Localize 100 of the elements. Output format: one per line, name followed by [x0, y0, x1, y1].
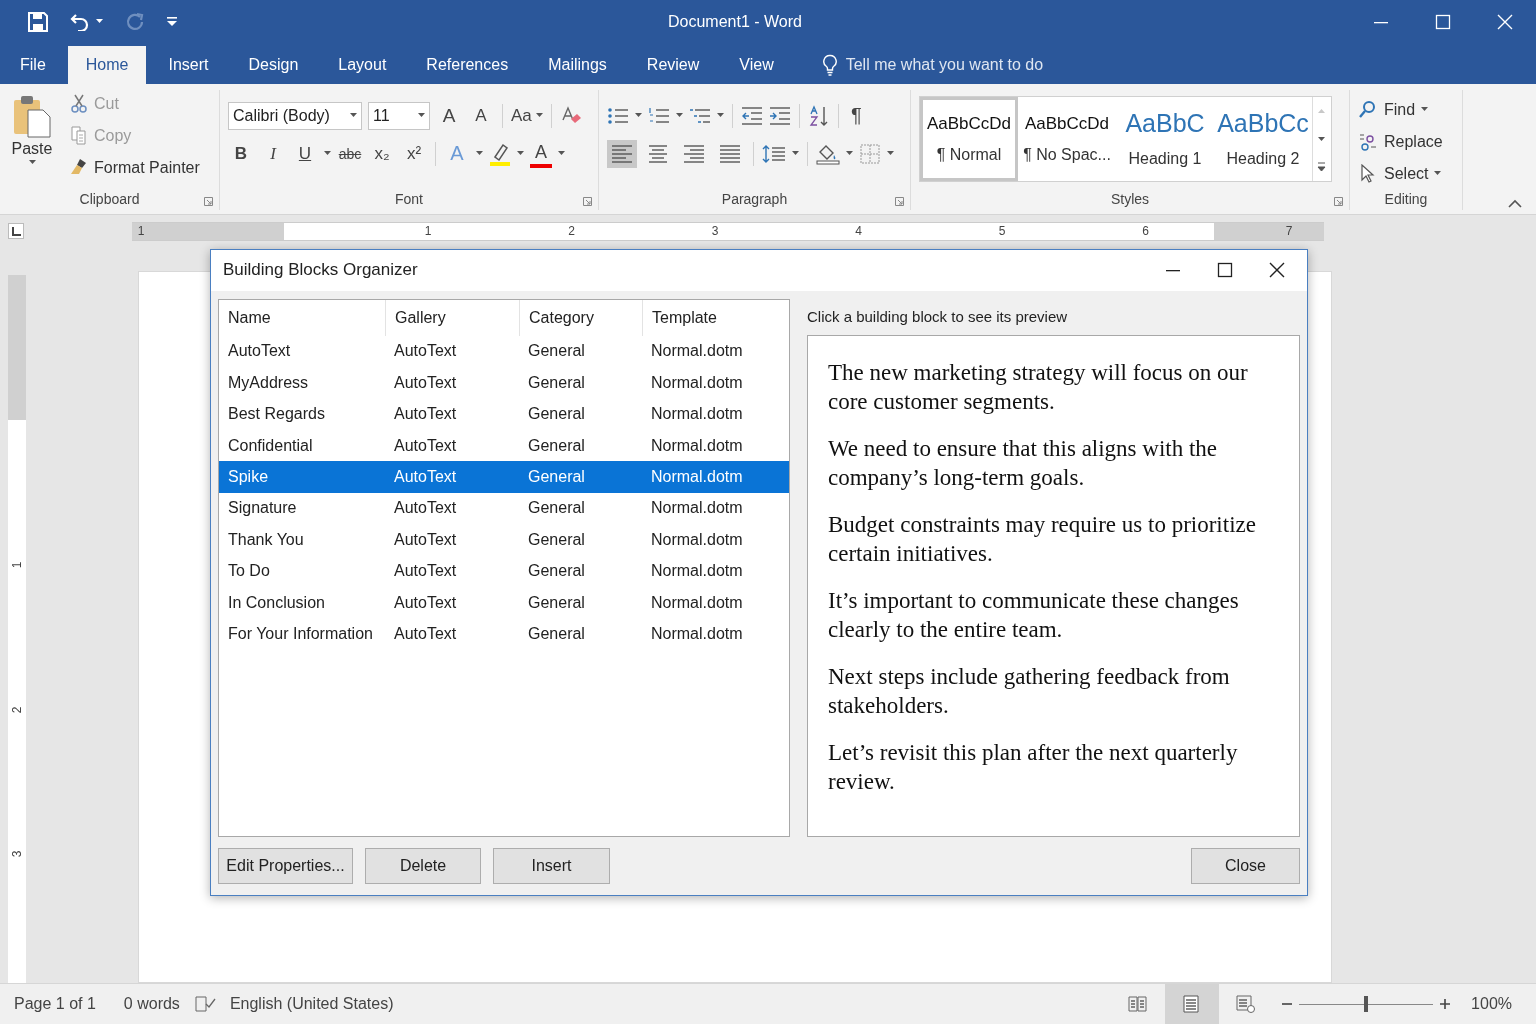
style-option[interactable]: AaBbCc Heading 2 [1214, 96, 1312, 181]
style-option[interactable]: AaBbC Heading 1 [1116, 96, 1214, 181]
subscript-button[interactable]: x₂ [369, 139, 395, 168]
underline-button[interactable]: U [292, 139, 318, 168]
save-icon[interactable] [28, 11, 48, 32]
insert-button[interactable]: Insert [493, 847, 610, 884]
change-case-button[interactable]: Aa [511, 101, 543, 130]
table-cell-text: AutoText [227, 342, 292, 361]
customize-icon[interactable] [167, 17, 177, 27]
dialog-launcher-icon[interactable] [583, 197, 592, 207]
find-button[interactable]: Find [1358, 95, 1443, 124]
ribbon-tab[interactable]: View [719, 45, 794, 84]
table-cell-text: General [527, 373, 586, 392]
page-count[interactable]: Page 1 of 1 [14, 995, 96, 1013]
ribbon-tab[interactable]: Mailings [528, 45, 627, 84]
font-name-dropdown[interactable]: Calibri (Body) [228, 101, 362, 130]
dialog-launcher-icon[interactable] [1334, 197, 1343, 207]
column-header[interactable]: Category [519, 299, 642, 336]
shrink-font-button[interactable]: A [468, 101, 494, 130]
table-cell-text: AutoText [393, 499, 458, 518]
font-size-dropdown[interactable]: 11 [368, 101, 430, 130]
line-spacing-icon[interactable] [762, 143, 786, 164]
slider-thumb[interactable] [1364, 996, 1369, 1012]
caret-icon[interactable] [846, 151, 853, 157]
delete-button[interactable]: Delete [365, 847, 481, 884]
caret-icon[interactable] [676, 113, 683, 119]
decrease-indent-icon[interactable] [741, 105, 763, 126]
zoom-in-icon[interactable] [1439, 998, 1452, 1010]
increase-indent-icon[interactable] [769, 105, 791, 126]
ruler-number: 1 [10, 560, 24, 571]
bullets-icon[interactable] [607, 105, 629, 126]
table-cell-text: MyAddress [227, 373, 310, 392]
language-indicator[interactable]: English (United States) [229, 995, 394, 1013]
select-button[interactable]: Select [1358, 159, 1443, 188]
painter-button[interactable]: Format Painter [70, 153, 200, 182]
column-header[interactable]: Template [642, 299, 789, 336]
style-option[interactable]: AaBbCcDd ¶ Normal [920, 96, 1018, 181]
caret-icon[interactable] [418, 113, 425, 119]
ribbon-tab[interactable]: References [406, 45, 529, 84]
tab-selector[interactable] [8, 223, 24, 240]
caret-icon[interactable] [558, 151, 565, 157]
proofing-icon[interactable] [193, 995, 216, 1013]
superscript-button[interactable]: x² [401, 139, 427, 168]
italic-button[interactable]: I [260, 139, 286, 168]
ruler-number: 2 [568, 222, 575, 240]
caret-icon[interactable] [535, 113, 543, 119]
ribbon-tab[interactable]: Design [228, 45, 319, 84]
ribbon-tab[interactable]: Layout [318, 45, 407, 84]
clear-formatting-icon[interactable] [559, 105, 582, 126]
bold-button[interactable]: B [228, 139, 254, 168]
show-formatting-marks-button[interactable]: ¶ [847, 101, 866, 130]
table-cell-text: General [527, 593, 586, 612]
word-count[interactable]: 0 words [123, 995, 180, 1013]
edit-properties-button[interactable]: Edit Properties... [218, 847, 353, 884]
caret-icon[interactable] [635, 113, 642, 119]
caret-icon[interactable] [517, 151, 524, 157]
caret-icon[interactable] [887, 151, 894, 157]
maximize-icon[interactable] [1217, 262, 1233, 279]
dialog-launcher-icon[interactable] [895, 197, 904, 207]
caret-icon[interactable] [96, 19, 103, 25]
caret-icon[interactable] [28, 159, 36, 165]
caret-icon[interactable] [1421, 107, 1429, 113]
dialog-launcher-icon[interactable] [204, 197, 213, 207]
preview-paragraph: The new marketing strategy will focus on our core customer segments. [828, 358, 1249, 416]
selected-row[interactable]: Spike AutoText General Normal.dotm [219, 461, 789, 493]
read-mode-icon[interactable] [1128, 995, 1149, 1013]
paste-button[interactable]: Paste [8, 89, 56, 189]
ruler-number: 3 [711, 222, 719, 240]
column-header[interactable]: Name [219, 299, 385, 336]
ribbon-tab[interactable]: Insert [148, 45, 229, 84]
search-field[interactable]: Tell me what you want to do [845, 55, 1044, 74]
ribbon-tab[interactable]: Review [626, 45, 720, 84]
ruler-number: 4 [855, 222, 862, 240]
sort-icon[interactable] [808, 104, 830, 127]
table-cell-text: Normal.dotm [650, 530, 744, 549]
undo-icon[interactable] [70, 12, 90, 31]
search-icon [1358, 100, 1378, 120]
web-layout-icon[interactable] [1236, 995, 1257, 1013]
zoom-level[interactable]: 100% [1471, 995, 1512, 1013]
table-cell-text: Normal.dotm [650, 436, 744, 455]
lightbulb-icon[interactable] [821, 53, 838, 76]
font-color-button[interactable]: A [530, 139, 552, 168]
caret-icon[interactable] [1434, 171, 1442, 177]
caret-icon[interactable] [717, 113, 724, 119]
replace-button[interactable]: Replace [1358, 127, 1443, 156]
collapse-ribbon-icon[interactable] [1508, 199, 1522, 209]
column-header[interactable]: Gallery [385, 299, 519, 336]
replace-icon [1358, 132, 1378, 152]
ribbon-tab[interactable]: Home [67, 45, 147, 84]
numbering-icon[interactable] [648, 105, 670, 126]
caret-icon[interactable] [350, 113, 357, 119]
close-icon[interactable] [1269, 262, 1285, 279]
ribbon-tab[interactable]: File [0, 45, 66, 84]
caret-icon[interactable] [324, 151, 331, 157]
caret-icon[interactable] [476, 151, 483, 157]
strikethrough-button[interactable]: abc [337, 139, 363, 168]
caret-icon[interactable] [792, 151, 799, 157]
grow-font-button[interactable]: A [436, 101, 462, 130]
close-button[interactable]: Close [1191, 847, 1300, 884]
style-option[interactable]: AaBbCcDd ¶ No Spac... [1018, 96, 1116, 181]
